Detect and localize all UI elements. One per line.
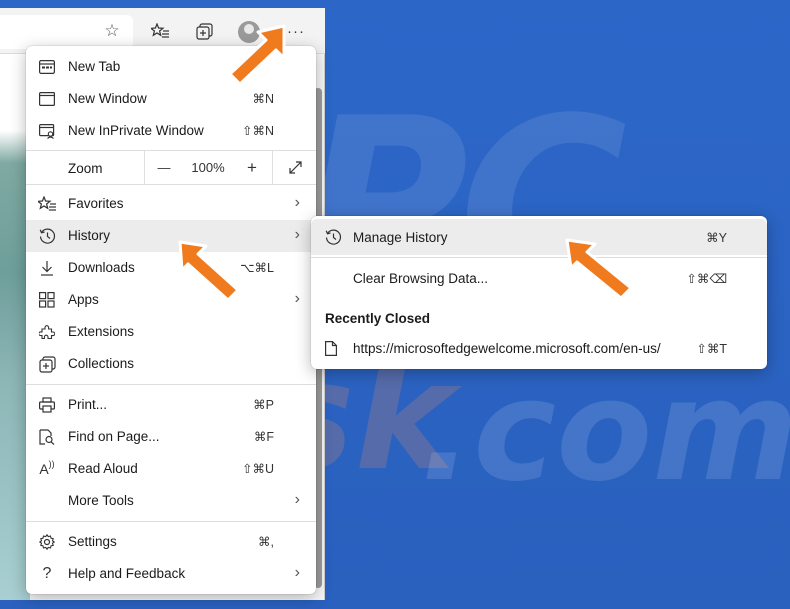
download-icon bbox=[38, 259, 56, 277]
chevron-right-icon: › bbox=[294, 564, 300, 581]
menu-item-print[interactable]: Print... ⌘P bbox=[26, 389, 316, 421]
chevron-right-icon: › bbox=[294, 226, 300, 243]
chevron-right-icon: › bbox=[294, 491, 300, 508]
chevron-right-icon: › bbox=[294, 194, 300, 211]
favorites-bar-icon[interactable] bbox=[148, 19, 172, 43]
settings-menu: New Tab New Window ⌘N New InPrivate Wind… bbox=[26, 46, 316, 594]
menu-item-collections[interactable]: Collections bbox=[26, 348, 316, 380]
annotation-arrow-more bbox=[228, 24, 286, 86]
menu-item-label: New Tab bbox=[68, 59, 121, 74]
collections-icon bbox=[38, 355, 56, 373]
new-tab-icon bbox=[38, 58, 56, 76]
history-icon bbox=[38, 227, 56, 245]
menu-item-new-inprivate-window[interactable]: New InPrivate Window ⇧⌘N bbox=[26, 115, 316, 147]
manage-history-label: Manage History bbox=[353, 230, 448, 245]
menu-item-label: Apps bbox=[68, 292, 99, 307]
help-icon: ? bbox=[42, 565, 52, 582]
recently-closed-heading: Recently Closed bbox=[325, 311, 431, 326]
zoom-row: Zoom — 100% + bbox=[26, 151, 316, 184]
clear-browsing-data-item[interactable]: Clear Browsing Data... ⇧⌘⌫ bbox=[311, 260, 767, 296]
menu-item-favorites[interactable]: Favorites › bbox=[26, 188, 316, 220]
annotation-arrow-manage-history bbox=[565, 238, 633, 300]
zoom-label: Zoom bbox=[68, 161, 103, 176]
menu-item-label: Collections bbox=[68, 356, 135, 371]
shortcut: ⌘, bbox=[258, 535, 274, 549]
menu-divider bbox=[26, 521, 316, 522]
favorites-icon bbox=[38, 195, 56, 213]
menu-item-read-aloud[interactable]: A)) Read Aloud ⇧⌘U bbox=[26, 453, 316, 485]
expand-icon bbox=[288, 161, 302, 174]
shortcut: ⇧⌘U bbox=[241, 462, 274, 476]
inprivate-icon bbox=[38, 122, 56, 140]
zoom-in-button[interactable]: + bbox=[234, 151, 270, 184]
zoom-level: 100% bbox=[191, 160, 225, 175]
zoom-out-button[interactable]: — bbox=[146, 151, 182, 184]
address-bar[interactable]: ☆ bbox=[0, 15, 133, 49]
menu-item-label: Find on Page... bbox=[68, 429, 160, 444]
menu-item-label: Settings bbox=[68, 534, 117, 549]
shortcut: ⌘N bbox=[252, 92, 274, 106]
new-window-icon bbox=[38, 90, 56, 108]
menu-item-more-tools[interactable]: More Tools › bbox=[26, 485, 316, 517]
menu-item-label: Extensions bbox=[68, 324, 135, 339]
menu-divider bbox=[26, 184, 316, 185]
extensions-icon bbox=[38, 323, 56, 341]
shortcut: ⇧⌘N bbox=[241, 124, 274, 138]
page-icon bbox=[325, 341, 337, 360]
menu-divider bbox=[26, 384, 316, 385]
manage-history-item[interactable]: Manage History ⌘Y bbox=[311, 219, 767, 255]
apps-icon bbox=[38, 291, 56, 309]
shortcut: ⌘F bbox=[253, 430, 274, 444]
chevron-right-icon: › bbox=[294, 290, 300, 307]
print-icon bbox=[38, 396, 56, 414]
annotation-arrow-history bbox=[178, 240, 240, 302]
collections-icon[interactable] bbox=[192, 19, 216, 43]
menu-item-label: Help and Feedback bbox=[68, 566, 186, 581]
settings-icon bbox=[38, 533, 56, 551]
find-icon bbox=[38, 428, 56, 446]
menu-item-label: Downloads bbox=[68, 260, 135, 275]
recently-closed-item[interactable]: https://microsoftedgewelcome.microsoft.c… bbox=[311, 331, 767, 367]
history-submenu: Manage History ⌘Y Clear Browsing Data...… bbox=[311, 216, 767, 369]
clear-browsing-data-label: Clear Browsing Data... bbox=[353, 271, 489, 286]
menu-item-history[interactable]: History › bbox=[26, 220, 316, 252]
menu-item-label: Favorites bbox=[68, 196, 124, 211]
menu-item-help-and-feedback[interactable]: ? Help and Feedback › bbox=[26, 558, 316, 590]
menu-item-find-on-page[interactable]: Find on Page... ⌘F bbox=[26, 421, 316, 453]
menu-item-label: New InPrivate Window bbox=[68, 123, 204, 138]
menu-item-label: New Window bbox=[68, 91, 147, 106]
menu-item-extensions[interactable]: Extensions bbox=[26, 316, 316, 348]
menu-item-settings[interactable]: Settings ⌘, bbox=[26, 526, 316, 558]
zoom-divider bbox=[144, 151, 145, 184]
fullscreen-button[interactable] bbox=[274, 151, 316, 184]
recently-closed-url: https://microsoftedgewelcome.microsoft.c… bbox=[353, 341, 661, 356]
shortcut: ⌘Y bbox=[706, 231, 727, 245]
zoom-divider bbox=[272, 151, 273, 184]
shortcut: ⇧⌘⌫ bbox=[686, 272, 727, 286]
read-aloud-icon: A)) bbox=[39, 459, 55, 477]
menu-item-label: Read Aloud bbox=[68, 461, 138, 476]
menu-item-label: History bbox=[68, 228, 111, 243]
history-icon bbox=[325, 229, 342, 250]
menu-item-label: More Tools bbox=[68, 493, 134, 508]
menu-item-downloads[interactable]: Downloads ⌥⌘L bbox=[26, 252, 316, 284]
menu-item-label: Print... bbox=[68, 397, 108, 412]
submenu-divider bbox=[311, 257, 767, 258]
star-icon[interactable]: ☆ bbox=[100, 19, 124, 43]
menu-item-apps[interactable]: Apps › bbox=[26, 284, 316, 316]
shortcut: ⌘P bbox=[253, 398, 274, 412]
shortcut: ⇧⌘T bbox=[696, 342, 727, 356]
